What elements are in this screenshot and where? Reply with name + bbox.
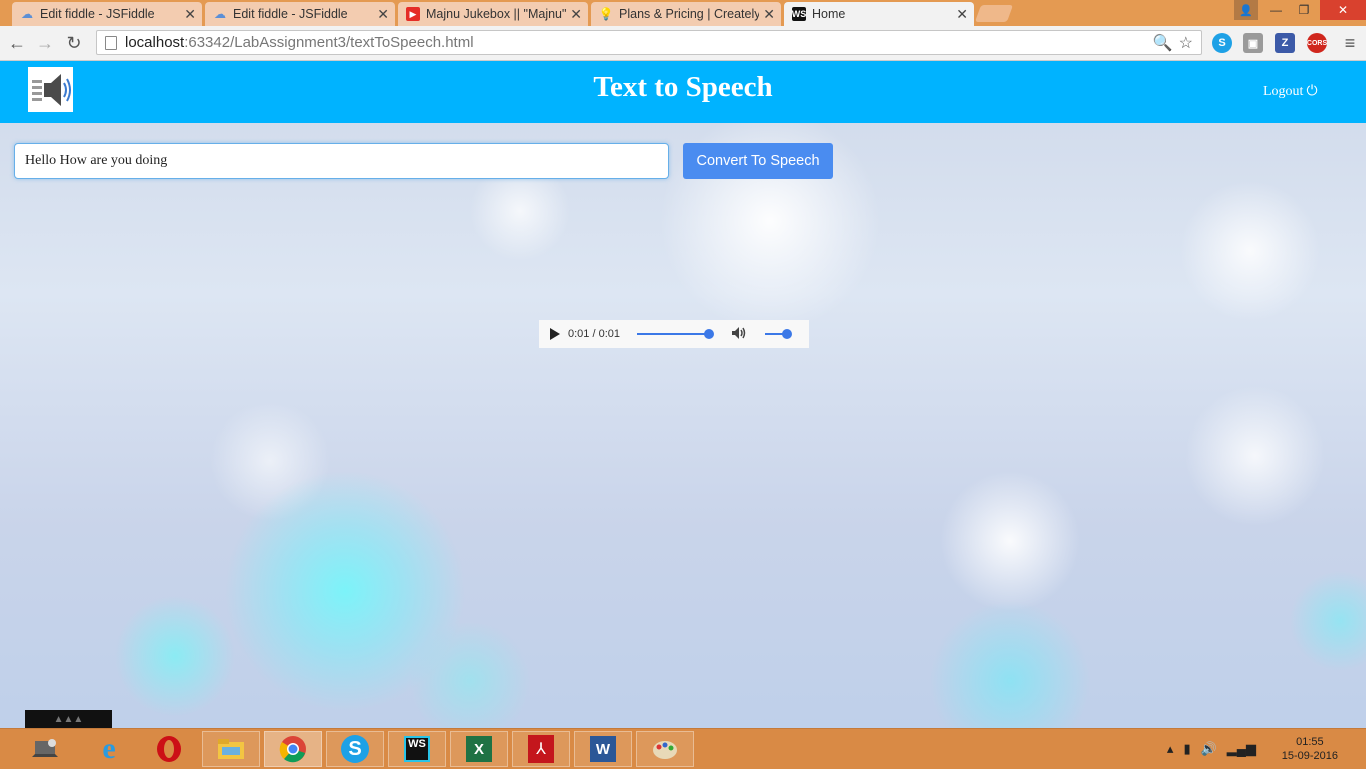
address-host: localhost: [125, 34, 185, 51]
browser-tab[interactable]: ☁ Edit fiddle - JSFiddle ✕: [12, 2, 202, 26]
progress-knob[interactable]: [704, 329, 714, 339]
battery-icon[interactable]: ▮: [1183, 741, 1190, 757]
tab-title: Edit fiddle - JSFiddle: [40, 7, 155, 21]
audio-progress-slider[interactable]: [637, 329, 714, 339]
volume-knob[interactable]: [782, 329, 792, 339]
show-hidden-icons-icon[interactable]: ▴: [1167, 741, 1174, 757]
skype-icon[interactable]: S: [326, 731, 384, 767]
forward-icon[interactable]: →: [34, 32, 56, 54]
jsfiddle-icon: ☁: [21, 7, 33, 21]
browser-tab-active[interactable]: WS Home ✕: [784, 2, 974, 26]
close-window-icon[interactable]: ✕: [1320, 0, 1366, 20]
logout-button[interactable]: Logout ⏻: [1263, 84, 1318, 100]
system-clock[interactable]: 01:55 15-09-2016: [1282, 735, 1338, 763]
browser-tab[interactable]: 💡 Plans & Pricing | Creately ✕: [591, 2, 781, 26]
page-title: Text to Speech: [593, 71, 773, 103]
acrobat-icon[interactable]: ⅄: [512, 731, 570, 767]
paint-icon[interactable]: [636, 731, 694, 767]
reload-icon[interactable]: ↻: [63, 32, 85, 54]
bookmark-star-icon[interactable]: ☆: [1179, 33, 1193, 53]
audio-time: 0:01 / 0:01: [568, 328, 620, 340]
back-icon[interactable]: ←: [6, 32, 28, 54]
browser-tab[interactable]: ▶ Majnu Jukebox || "Majnu" ✕: [398, 2, 588, 26]
close-tab-icon[interactable]: ✕: [570, 6, 582, 23]
address-bar[interactable]: localhost:63342/LabAssignment3/textToSpe…: [96, 30, 1202, 55]
internet-explorer-icon[interactable]: e: [80, 731, 138, 767]
skype-icon[interactable]: S: [1212, 33, 1232, 53]
browser-tab-strip: ☁ Edit fiddle - JSFiddle ✕ ☁ Edit fiddle…: [0, 0, 1366, 26]
search-zoom-icon[interactable]: 🔍: [1153, 33, 1173, 53]
webstorm-icon: WS: [791, 7, 807, 21]
power-icon: ⏻: [1306, 84, 1318, 99]
play-icon[interactable]: [550, 328, 560, 340]
tray-handle[interactable]: ▲▲▲: [25, 710, 112, 728]
minimize-icon[interactable]: —: [1262, 0, 1290, 20]
clock-date: 15-09-2016: [1281, 750, 1338, 762]
tab-title: Majnu Jukebox || "Majnu": [426, 7, 567, 21]
webstorm-icon[interactable]: WS: [388, 731, 446, 767]
youtube-icon: ▶: [406, 7, 420, 21]
word-icon[interactable]: W: [574, 731, 632, 767]
logout-label: Logout: [1263, 84, 1304, 99]
new-tab-button[interactable]: [974, 5, 1014, 22]
browser-toolbar: ← → ↻ localhost:63342/LabAssignment3/tex…: [0, 26, 1366, 61]
address-path: :63342/LabAssignment3/textToSpeech.html: [184, 34, 474, 51]
chrome-icon[interactable]: [264, 731, 322, 767]
menu-icon[interactable]: ≡: [1339, 32, 1361, 54]
close-tab-icon[interactable]: ✕: [956, 6, 968, 23]
cors-icon[interactable]: CORS: [1307, 33, 1327, 53]
speaker-icon[interactable]: 🔊: [1201, 741, 1217, 757]
volume-slider[interactable]: [765, 329, 792, 339]
tab-title: Home: [812, 7, 846, 21]
text-input[interactable]: [14, 143, 669, 179]
close-tab-icon[interactable]: ✕: [377, 6, 389, 23]
convert-to-speech-button[interactable]: Convert To Speech: [683, 143, 833, 179]
opera-icon[interactable]: [140, 731, 198, 767]
restore-icon[interactable]: ❐: [1290, 0, 1318, 20]
windows-taskbar: e S WS X ⅄ W ▴ ▮ 🔊 ▂▄▆ 01:55 15-09-2016: [0, 728, 1366, 769]
browser-tab[interactable]: ☁ Edit fiddle - JSFiddle ✕: [205, 2, 395, 26]
app-header: Text to Speech Logout ⏻: [0, 61, 1366, 123]
network-signal-icon[interactable]: ▂▄▆: [1227, 741, 1256, 757]
file-explorer-icon[interactable]: [202, 731, 260, 767]
clock-time: 01:55: [1296, 736, 1324, 748]
audio-player: 0:01 / 0:01: [539, 320, 809, 348]
zotero-icon[interactable]: Z: [1275, 33, 1295, 53]
page-icon: [105, 35, 117, 50]
extension-icon[interactable]: ▣: [1243, 33, 1263, 53]
jsfiddle-icon: ☁: [214, 7, 226, 21]
system-tray: ▴ ▮ 🔊 ▂▄▆: [1167, 741, 1256, 757]
page-content: Text to Speech Logout ⏻ Convert To Speec…: [0, 61, 1366, 728]
user-profile-icon[interactable]: 👤: [1234, 0, 1258, 20]
tab-title: Edit fiddle - JSFiddle: [233, 7, 348, 21]
tab-title: Plans & Pricing | Creately: [619, 7, 760, 21]
excel-icon[interactable]: X: [450, 731, 508, 767]
creately-icon: 💡: [598, 7, 614, 21]
volume-icon[interactable]: [731, 325, 747, 344]
laptop-icon[interactable]: [16, 731, 74, 767]
close-tab-icon[interactable]: ✕: [763, 6, 775, 23]
close-tab-icon[interactable]: ✕: [184, 6, 196, 23]
